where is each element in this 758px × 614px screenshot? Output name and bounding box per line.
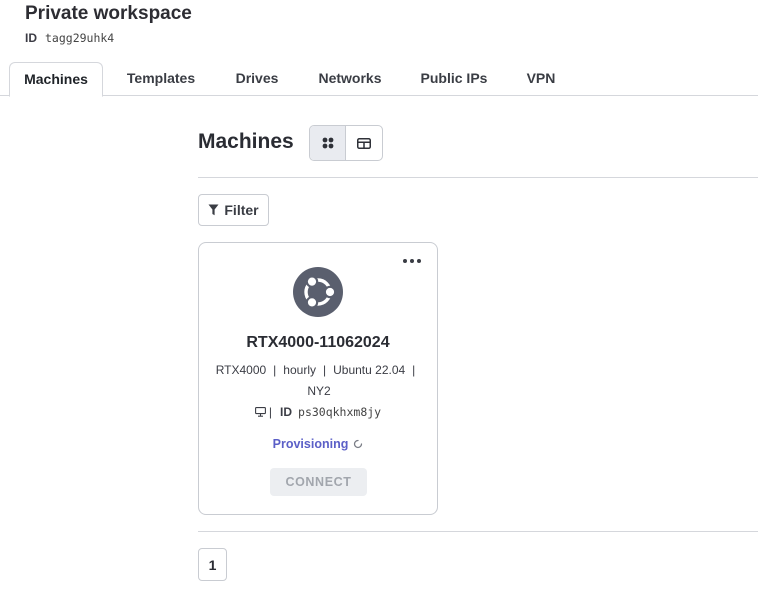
tab-vpn[interactable]: VPN xyxy=(514,62,568,96)
monitor-icon xyxy=(254,407,266,417)
view-toggle xyxy=(309,125,383,161)
machine-id-value: ps30qkhxm8jy xyxy=(298,405,382,419)
grid-view-button[interactable] xyxy=(310,126,347,160)
workspace-title: Private workspace xyxy=(25,3,192,24)
more-options-icon[interactable] xyxy=(403,255,421,267)
tab-templates[interactable]: Templates xyxy=(115,62,207,96)
filter-icon xyxy=(208,204,219,216)
machine-id-label: ID xyxy=(280,405,293,419)
filter-button[interactable]: Filter xyxy=(198,194,269,226)
machine-gpu: RTX4000 xyxy=(215,363,267,377)
table-view-button[interactable] xyxy=(346,126,382,160)
machine-card[interactable]: RTX4000-11062024 RTX4000 | hourly | Ubuntu 2… xyxy=(198,242,438,515)
status-label: Provisioning xyxy=(272,437,349,451)
loading-spinner-icon xyxy=(354,439,363,449)
tab-machines[interactable]: Machines xyxy=(9,62,103,97)
tab-drives[interactable]: Drives xyxy=(222,62,292,96)
machine-billing: hourly xyxy=(283,363,316,377)
workspace-id-value: tagg29uhk4 xyxy=(45,31,115,45)
machine-name: RTX4000-11062024 xyxy=(246,334,390,351)
tab-bar: Machines Templates Drives Networks Publi… xyxy=(0,62,758,97)
filter-label: Filter xyxy=(224,202,259,218)
pagination-page-button[interactable]: 1 xyxy=(198,548,227,581)
machine-id-row: | ID ps30qkhxm8jy xyxy=(199,405,437,419)
connect-button[interactable]: CONNECT xyxy=(270,468,367,496)
section-title: Machines xyxy=(198,130,294,153)
tab-networks[interactable]: Networks xyxy=(305,62,395,96)
machine-specs: RTX4000 | hourly | Ubuntu 22.04 | NY2 xyxy=(215,363,416,398)
table-icon xyxy=(357,137,371,149)
machine-region: NY2 xyxy=(307,384,331,398)
ubuntu-icon xyxy=(293,267,343,317)
id-row-separator: | xyxy=(268,405,273,419)
machine-os: Ubuntu 22.04 xyxy=(333,363,406,377)
workspace-id: ID tagg29uhk4 xyxy=(25,31,114,45)
section-divider-bottom xyxy=(198,531,758,532)
tab-public-ips[interactable]: Public IPs xyxy=(410,62,498,96)
section-divider-top xyxy=(198,177,758,178)
workspace-id-label: ID xyxy=(25,31,37,45)
status-badge: Provisioning xyxy=(199,437,437,451)
grid-icon xyxy=(322,137,333,149)
